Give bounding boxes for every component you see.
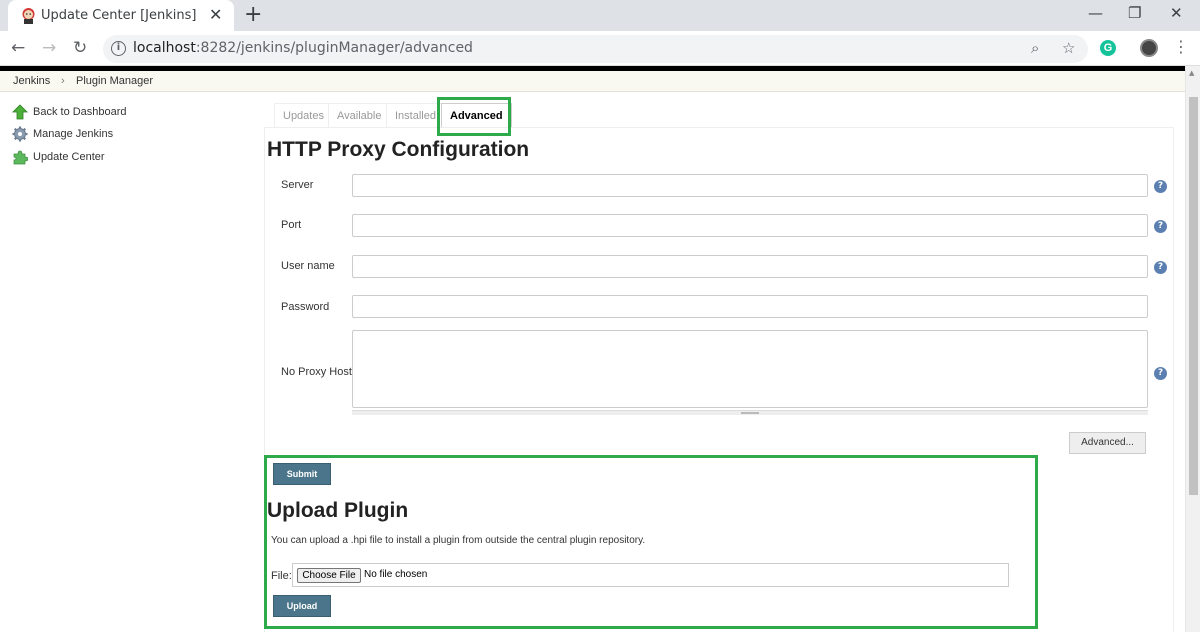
breadcrumb-jenkins[interactable]: Jenkins [13,75,50,87]
textarea-resize-handle[interactable] [352,410,1148,415]
site-info-icon[interactable]: i [111,41,126,56]
port-help-icon[interactable]: ? [1154,220,1167,233]
browser-toolbar: ← → ↻ i localhost:8282/jenkins/pluginMan… [0,31,1200,66]
sidebar-item-label: Back to Dashboard [33,106,127,118]
port-label: Port [281,219,302,231]
advanced-tab-highlight [437,97,511,136]
breadcrumb-separator: › [61,75,65,87]
username-label: User name [281,260,335,272]
scroll-up-icon[interactable]: ▲ [1189,69,1194,77]
grammarly-icon[interactable]: G [1100,40,1116,56]
window-close-icon[interactable]: ✕ [1170,4,1183,22]
server-input[interactable] [352,174,1148,197]
url-text[interactable]: localhost:8282/jenkins/pluginManager/adv… [133,40,473,56]
menu-dots-icon[interactable]: ⋮ [1173,37,1189,56]
scrollbar-thumb[interactable] [1189,97,1198,495]
advanced-button[interactable]: Advanced... [1069,432,1146,454]
url-path: :8282/jenkins/pluginManager/advanced [195,40,473,56]
proxy-section-heading: HTTP Proxy Configuration [267,138,530,161]
up-arrow-icon [12,104,28,120]
username-input[interactable] [352,255,1148,278]
address-bar[interactable]: i localhost:8282/jenkins/pluginManager/a… [103,35,1088,63]
upload-section-highlight [264,455,1038,629]
minimize-icon[interactable]: — [1088,4,1103,22]
gear-icon [12,126,28,142]
tab-close-icon[interactable]: ✕ [209,6,222,24]
new-tab-icon[interactable]: + [244,3,262,27]
reload-icon[interactable]: ↻ [73,38,87,58]
page-scrollbar[interactable]: ▲ [1185,66,1200,632]
sidebar-item-label: Update Center [33,151,105,163]
no-proxy-host-help-icon[interactable]: ? [1154,367,1167,380]
tab-updates[interactable]: Updates [274,103,333,127]
port-input[interactable] [352,214,1148,237]
password-input[interactable] [352,295,1148,318]
forward-arrow-icon[interactable]: → [42,38,56,58]
url-host: localhost [133,40,196,56]
server-label: Server [281,179,314,191]
profile-avatar[interactable] [1140,39,1158,57]
back-arrow-icon[interactable]: ← [11,38,25,58]
maximize-icon[interactable]: ❐ [1128,4,1141,22]
jenkins-favicon-icon [22,8,35,24]
bookmark-star-icon[interactable]: ☆ [1062,39,1075,57]
zoom-icon[interactable]: ⌕ [1031,39,1039,57]
resize-grip [741,412,759,414]
browser-tab[interactable]: Update Center [Jenkins] ✕ [8,0,234,31]
puzzle-icon [13,150,28,165]
tab-available[interactable]: Available [328,103,391,127]
breadcrumb-plugin-manager[interactable]: Plugin Manager [76,75,153,87]
username-help-icon[interactable]: ? [1154,261,1167,274]
no-proxy-host-label: No Proxy Host [281,366,352,378]
browser-tab-strip: Update Center [Jenkins] ✕ + — ❐ ✕ [0,0,1200,31]
server-help-icon[interactable]: ? [1154,180,1167,193]
breadcrumb: Jenkins › Plugin Manager [0,71,1185,92]
tab-title: Update Center [Jenkins] [41,8,197,23]
password-label: Password [281,301,330,313]
sidebar-item-label: Manage Jenkins [33,128,114,140]
no-proxy-host-textarea[interactable] [352,330,1148,408]
